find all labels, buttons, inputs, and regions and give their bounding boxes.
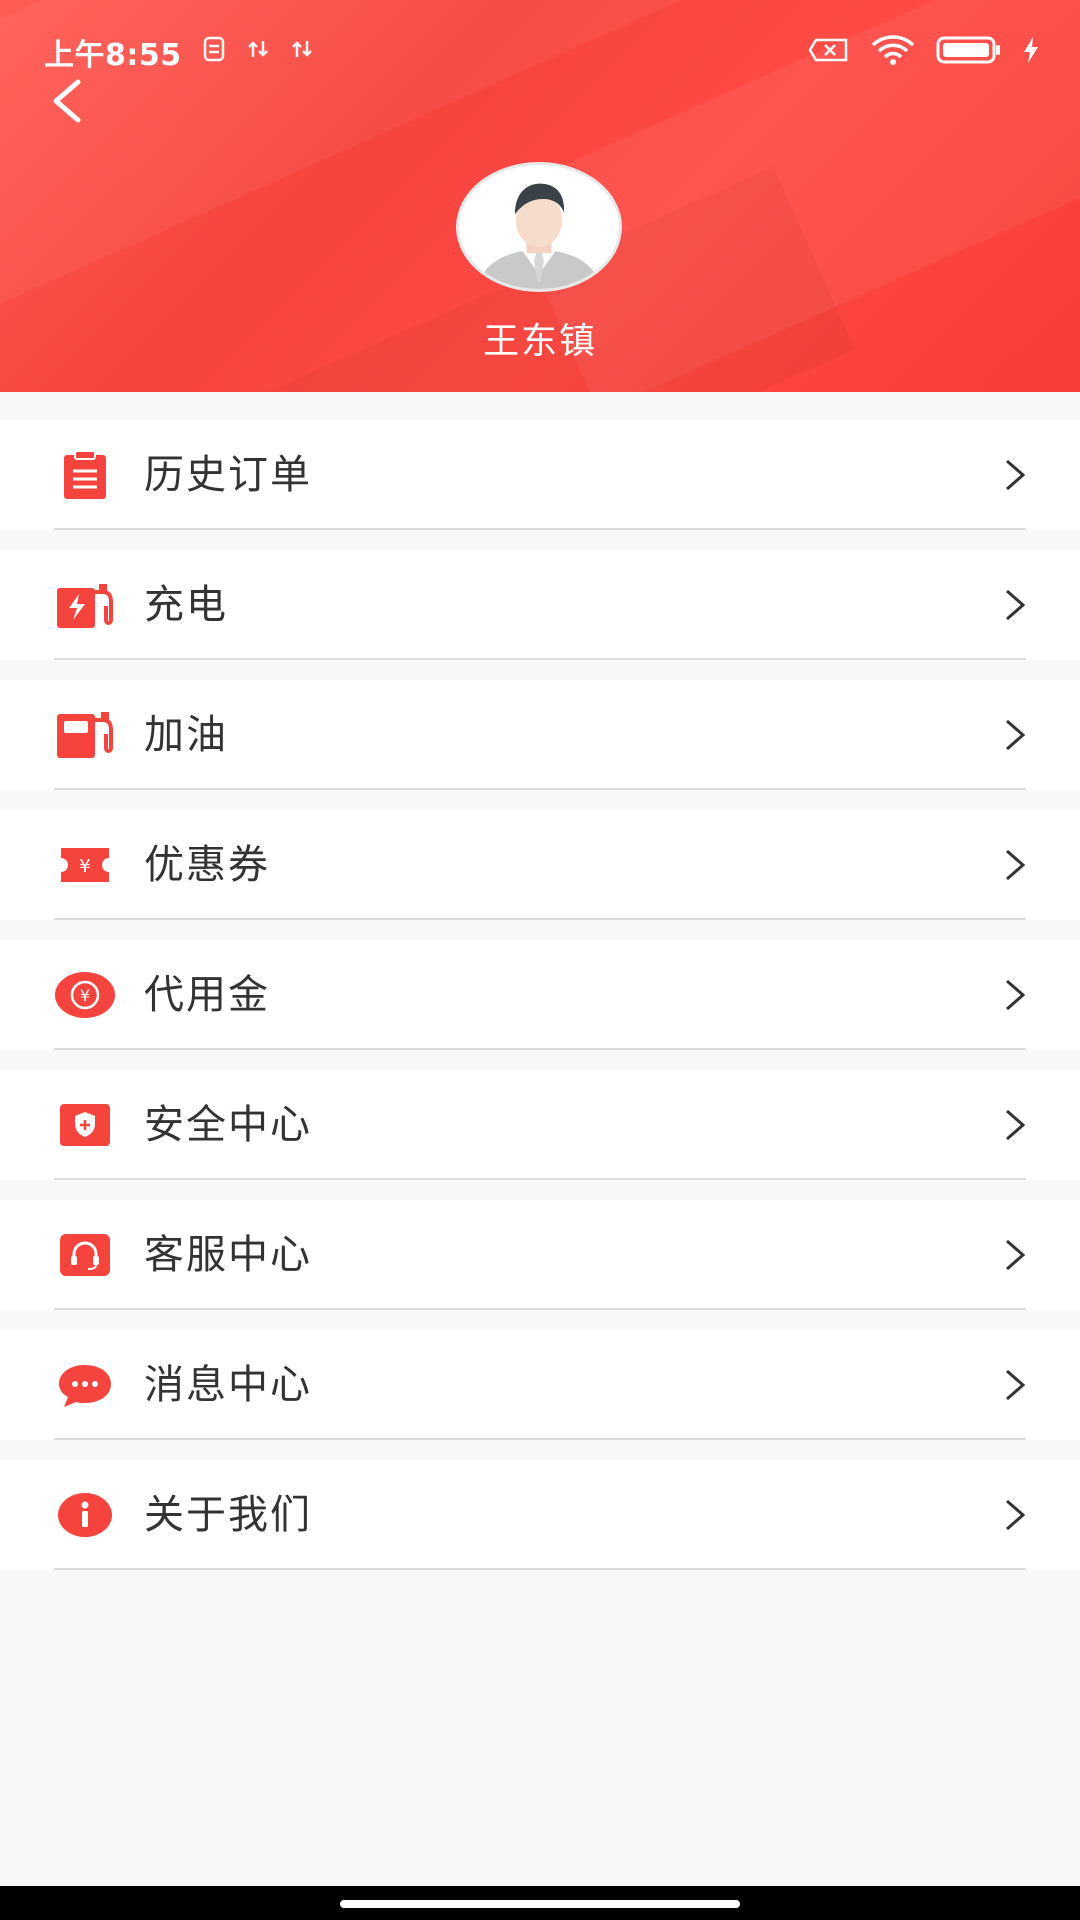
menu-item-about-us[interactable]: 关于我们 xyxy=(0,1460,1080,1570)
chevron-right-icon xyxy=(1006,1499,1026,1531)
wifi-icon xyxy=(870,34,916,70)
data-arrows-icon xyxy=(290,37,314,68)
home-bar[interactable] xyxy=(340,1900,740,1908)
menu-item-label: 代用金 xyxy=(144,972,270,1018)
clipboard-icon xyxy=(54,447,116,503)
no-sim-icon xyxy=(808,36,850,68)
coupon-icon: ¥ xyxy=(54,837,116,893)
battery-icon xyxy=(936,35,1002,69)
avatar[interactable] xyxy=(456,162,622,292)
sim-icon xyxy=(202,35,226,70)
menu-item-customer-service[interactable]: 客服中心 xyxy=(0,1200,1080,1310)
menu-item-charging[interactable]: 充电 xyxy=(0,550,1080,660)
info-icon xyxy=(54,1487,116,1543)
chevron-right-icon xyxy=(1006,1109,1026,1141)
menu-item-order-history[interactable]: 历史订单 xyxy=(0,420,1080,530)
home-indicator xyxy=(0,1886,1080,1920)
username: 王东镇 xyxy=(482,321,597,362)
chevron-right-icon xyxy=(1006,719,1026,751)
chevron-right-icon xyxy=(1006,1369,1026,1401)
profile-header: 上午8:55 王东镇 xyxy=(0,0,1080,392)
svg-text:¥: ¥ xyxy=(80,986,90,1005)
menu-item-label: 安全中心 xyxy=(144,1102,312,1148)
chevron-right-icon xyxy=(1006,589,1026,621)
menu-item-coupon[interactable]: ¥ 优惠券 xyxy=(0,810,1080,920)
profile-screen: 上午8:55 王东镇 历史订单 充电 加油 ¥ 优惠券 ¥ 代用金 安全中心 客… xyxy=(0,0,1080,1920)
user-avatar-icon xyxy=(459,165,619,289)
menu-item-security-center[interactable]: 安全中心 xyxy=(0,1070,1080,1180)
menu-item-label: 加油 xyxy=(144,712,228,758)
yuan-coin-icon: ¥ xyxy=(54,967,116,1023)
svg-text:¥: ¥ xyxy=(79,856,90,877)
menu-item-voucher[interactable]: ¥ 代用金 xyxy=(0,940,1080,1050)
menu-item-label: 充电 xyxy=(144,582,228,628)
chevron-right-icon xyxy=(1006,849,1026,881)
status-bar: 上午8:55 xyxy=(0,0,1080,104)
menu-item-label: 关于我们 xyxy=(144,1492,312,1538)
charging-station-icon xyxy=(54,577,116,633)
back-button[interactable] xyxy=(36,76,96,126)
menu-item-label: 客服中心 xyxy=(144,1232,312,1278)
chat-bubble-icon xyxy=(54,1357,116,1413)
chevron-right-icon xyxy=(1006,1239,1026,1271)
chevron-right-icon xyxy=(1006,979,1026,1011)
menu-item-refuel[interactable]: 加油 xyxy=(0,680,1080,790)
menu-item-message-center[interactable]: 消息中心 xyxy=(0,1330,1080,1440)
menu-item-label: 历史订单 xyxy=(144,452,312,498)
data-arrows-icon xyxy=(246,37,270,68)
shield-icon xyxy=(54,1097,116,1153)
menu-list: 历史订单 充电 加油 ¥ 优惠券 ¥ 代用金 安全中心 客服中心 消息中心 关于… xyxy=(0,420,1080,1590)
headset-icon xyxy=(54,1227,116,1283)
chevron-left-icon xyxy=(53,79,81,123)
chevron-right-icon xyxy=(1006,459,1026,491)
menu-item-label: 优惠券 xyxy=(144,842,270,888)
menu-item-label: 消息中心 xyxy=(144,1362,312,1408)
charging-icon xyxy=(1022,36,1040,68)
fuel-pump-icon xyxy=(54,707,116,763)
status-time: 上午8:55 xyxy=(44,38,182,73)
